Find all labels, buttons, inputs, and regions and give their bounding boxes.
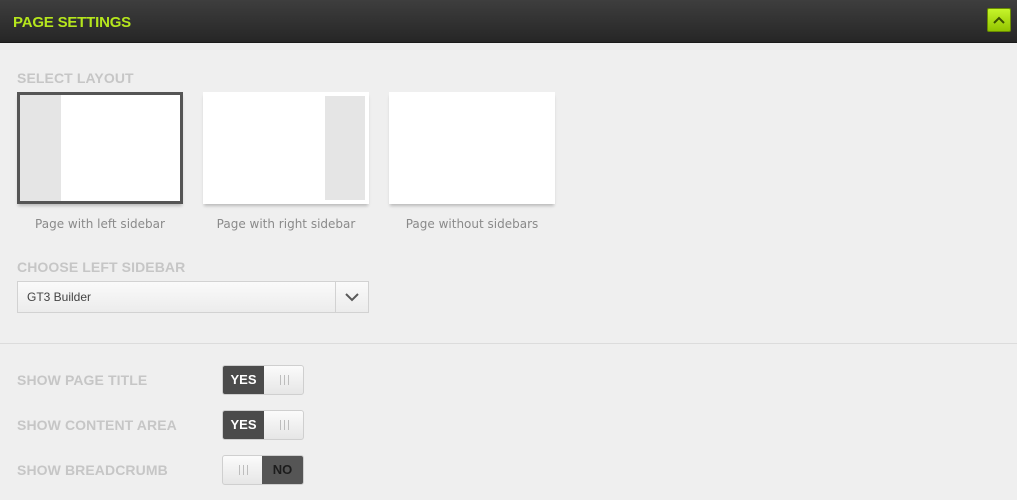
sidebar-select-value: GT3 Builder — [27, 290, 92, 304]
collapse-button[interactable] — [987, 8, 1011, 32]
toggle-state: YES — [223, 411, 264, 439]
show-content-area-label: SHOW CONTENT AREA — [17, 417, 177, 433]
show-content-area-toggle[interactable]: YES — [222, 410, 304, 440]
toggle-state: YES — [223, 366, 264, 394]
sidebar-select[interactable]: GT3 Builder — [17, 281, 369, 313]
chevron-up-icon — [993, 16, 1005, 24]
layout-caption: Page with right sidebar — [216, 217, 356, 231]
layout-thumbnail-left-sidebar — [17, 92, 183, 204]
chevron-down-icon — [345, 293, 359, 302]
show-page-title-toggle[interactable]: YES — [222, 365, 304, 395]
layout-option-left-sidebar[interactable]: Page with left sidebar — [17, 92, 183, 237]
layout-option-no-sidebar[interactable]: Page without sidebars — [389, 92, 555, 237]
show-breadcrumb-toggle[interactable]: NO — [222, 455, 304, 485]
layout-thumbnail-no-sidebar — [389, 92, 555, 204]
layout-caption: Page with left sidebar — [35, 217, 165, 231]
grip-icon — [239, 465, 248, 475]
sidebar-select-arrow[interactable] — [335, 282, 368, 312]
grip-icon — [280, 420, 289, 430]
choose-sidebar-label: CHOOSE LEFT SIDEBAR — [17, 259, 186, 275]
toggle-state: NO — [262, 456, 303, 484]
layout-thumbnail-right-sidebar — [203, 92, 369, 204]
grip-icon — [280, 375, 289, 385]
section-divider — [0, 343, 1017, 344]
select-layout-label: SELECT LAYOUT — [17, 70, 134, 86]
sidebar-preview-block — [325, 96, 365, 200]
show-breadcrumb-label: SHOW BREADCRUMB — [17, 462, 168, 478]
show-page-title-label: SHOW PAGE TITLE — [17, 372, 148, 388]
layout-caption: Page without sidebars — [405, 217, 539, 231]
panel-title: PAGE SETTINGS — [13, 14, 131, 31]
panel-header: PAGE SETTINGS — [0, 0, 1017, 43]
layout-option-right-sidebar[interactable]: Page with right sidebar — [203, 92, 369, 237]
sidebar-preview-block — [20, 95, 61, 201]
